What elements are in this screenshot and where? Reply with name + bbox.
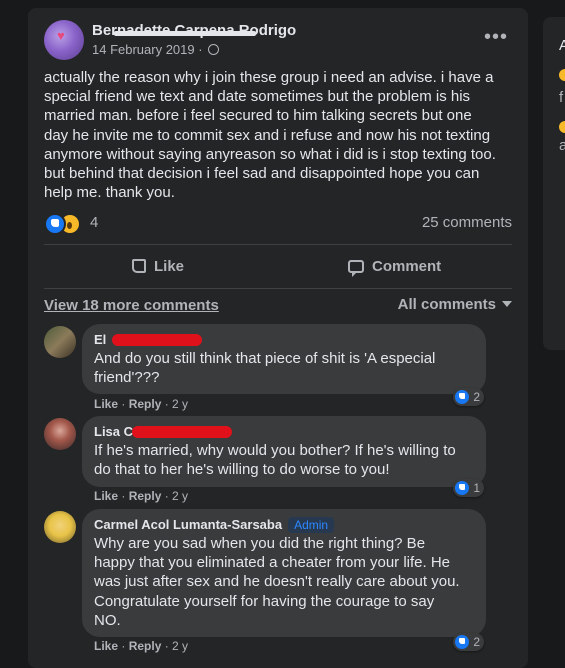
- emoji-icon: [559, 121, 565, 133]
- comment-text: And do you still think that piece of shi…: [94, 350, 436, 387]
- thumbs-up-icon: [132, 259, 146, 273]
- comment-like-link[interactable]: Like: [94, 639, 118, 653]
- heart-icon: ♥: [57, 28, 65, 43]
- comment-reply-link[interactable]: Reply: [129, 639, 162, 653]
- globe-icon: [208, 44, 220, 55]
- comment-time[interactable]: 2 y: [172, 639, 188, 653]
- comment-actions: Like · Reply · 2 y: [94, 489, 189, 503]
- sidebar-fragment: a: [559, 137, 565, 154]
- name-redaction: [132, 426, 232, 438]
- reaction-count[interactable]: 4: [90, 214, 98, 231]
- commenter-avatar[interactable]: [44, 326, 76, 358]
- caret-down-icon: [502, 301, 512, 307]
- divider: [44, 288, 512, 289]
- comment-filter-label: All comments: [397, 296, 496, 313]
- comment-text: If he's married, why would you bother? I…: [94, 442, 456, 479]
- sidebar-fragment: A: [559, 37, 565, 54]
- like-reaction-icon: [455, 635, 470, 649]
- more-options-button[interactable]: •••: [484, 26, 508, 49]
- post-meta: 14 February 2019 ·: [92, 42, 220, 57]
- divider: [44, 244, 512, 245]
- comment-reactions[interactable]: 2: [453, 388, 484, 406]
- comment-reactions[interactable]: 1: [453, 479, 484, 497]
- like-reaction-icon: [455, 390, 470, 404]
- comment-text: Why are you sad when you did the right t…: [94, 535, 460, 629]
- comment-button[interactable]: Comment: [348, 248, 441, 284]
- comment-count[interactable]: 25 comments: [422, 214, 512, 231]
- name-redaction: [112, 334, 202, 346]
- sidebar-fragment: f: [559, 89, 564, 106]
- like-label: Like: [154, 257, 185, 275]
- comment-bubble: Lisa C If he's married, why would you bo…: [82, 416, 486, 497]
- author-avatar[interactable]: ♥: [44, 20, 84, 60]
- post-date[interactable]: 14 February 2019: [92, 42, 195, 57]
- commenter-avatar[interactable]: [44, 511, 76, 543]
- comment-reactions[interactable]: 2: [453, 633, 484, 651]
- commenter-avatar[interactable]: [44, 418, 76, 450]
- comment-label: Comment: [372, 257, 442, 275]
- comment-actions: Like · Reply · 2 y: [94, 397, 189, 411]
- comment-reaction-count: 1: [473, 481, 480, 495]
- name-redaction: [114, 31, 256, 36]
- comment-reply-link[interactable]: Reply: [129, 397, 162, 411]
- comment-reaction-count: 2: [473, 390, 480, 404]
- admin-badge: Admin: [288, 517, 335, 533]
- commenter-name[interactable]: Carmel Acol Lumanta-Sarsaba Admin: [94, 517, 474, 534]
- comment-actions: Like · Reply · 2 y: [94, 639, 189, 653]
- comment-time[interactable]: 2 y: [172, 489, 188, 503]
- emoji-icon: [559, 69, 565, 81]
- comment-icon: [348, 259, 364, 277]
- like-button[interactable]: Like: [132, 248, 184, 284]
- comment-reaction-count: 2: [473, 635, 480, 649]
- like-reaction-icon: [455, 481, 470, 495]
- comment-time[interactable]: 2 y: [172, 397, 188, 411]
- comment-like-link[interactable]: Like: [94, 489, 118, 503]
- sidebar-card: A f a: [543, 17, 565, 350]
- comment-reply-link[interactable]: Reply: [129, 489, 162, 503]
- comment-filter-dropdown[interactable]: All comments: [398, 296, 512, 313]
- post-card: ♥ Bernadette Carpena Rodrigo 14 February…: [28, 8, 528, 668]
- commenter-name[interactable]: Lisa C: [94, 424, 474, 441]
- comment-bubble: El And do you still think that piece of …: [82, 324, 486, 406]
- view-more-comments-link[interactable]: View 18 more comments: [44, 297, 219, 314]
- like-reaction-icon: [44, 213, 66, 235]
- post-body: actually the reason why i join these gro…: [44, 69, 496, 202]
- comment-like-link[interactable]: Like: [94, 397, 118, 411]
- comment-bubble: Carmel Acol Lumanta-Sarsaba Admin Why are…: [82, 509, 486, 651]
- commenter-name[interactable]: El: [94, 332, 474, 349]
